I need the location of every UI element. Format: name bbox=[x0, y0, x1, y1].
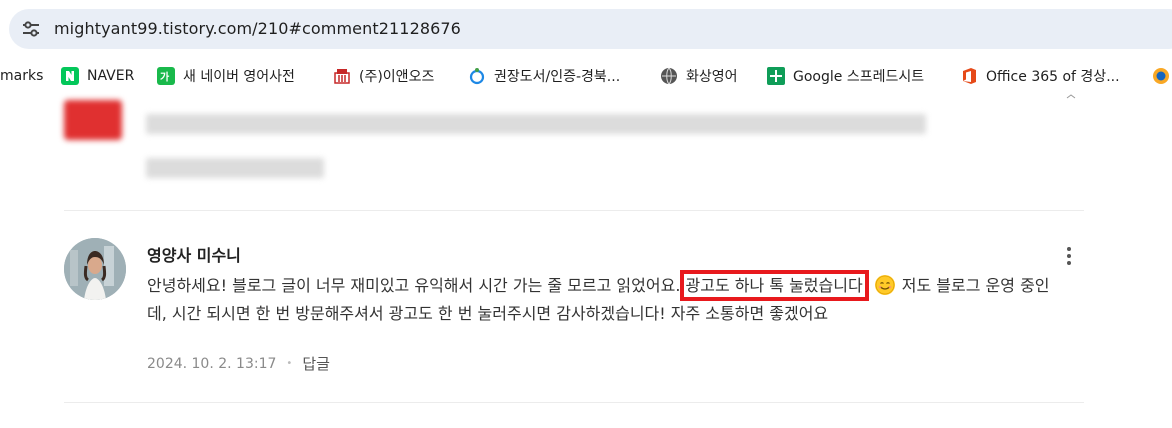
comment-body: 안녕하세요! 블로그 글이 너무 재미있고 유익해서 시간 가는 줄 모르고 읽… bbox=[147, 270, 1067, 328]
bookmark-label: 화상영어 bbox=[686, 69, 738, 85]
meta-separator: • bbox=[286, 358, 293, 369]
comment-date: 2024. 10. 2. 13:17 bbox=[147, 355, 277, 372]
bookmark-naver-dictionary[interactable]: 가 새 네이버 영어사전 bbox=[157, 65, 295, 87]
highlighted-text: 광고도 하나 톡 눌렀습니다 bbox=[679, 270, 869, 301]
comment-text-before: 안녕하세요! 블로그 글이 너무 재미있고 유익해서 시간 가는 줄 모르고 읽… bbox=[147, 276, 681, 295]
naver-dictionary-icon: 가 bbox=[157, 67, 175, 85]
bookmark-label: Office 365 of 경상... bbox=[986, 69, 1120, 85]
svg-text:가: 가 bbox=[160, 71, 170, 84]
reply-button[interactable]: 답글 bbox=[302, 353, 330, 374]
browser-toolbar: mightyant99.tistory.com/210#comment21128… bbox=[0, 0, 1172, 60]
naver-icon bbox=[61, 67, 79, 85]
avatar[interactable] bbox=[64, 238, 126, 300]
bookmark-partial[interactable] bbox=[1152, 65, 1172, 87]
site-settings-icon[interactable] bbox=[22, 21, 40, 37]
comment-author[interactable]: 영양사 미수니 bbox=[147, 242, 241, 266]
blurred-comment-text bbox=[146, 114, 926, 134]
bookmark-label: Google 스프레드시트 bbox=[793, 69, 925, 85]
bookmark-eanoz[interactable]: (주)이앤오즈 bbox=[333, 65, 434, 87]
office-icon bbox=[960, 67, 978, 85]
eanoz-icon bbox=[333, 67, 351, 85]
smiling-face-icon bbox=[874, 275, 895, 295]
bookmark-google-sheets[interactable]: Google 스프레드시트 bbox=[767, 65, 924, 87]
bookmark-label: marks bbox=[0, 68, 44, 84]
bookmark-book-cert[interactable]: 권장도서/인증-경북... bbox=[468, 65, 620, 87]
comment-section: 영양사 미수니 안녕하세요! 블로그 글이 너무 재미있고 유익해서 시간 가는… bbox=[0, 92, 1172, 428]
comment-meta: 2024. 10. 2. 13:17 • 답글 bbox=[147, 353, 330, 374]
partial-bookmark-icon bbox=[1152, 67, 1170, 85]
comment-divider bbox=[64, 402, 1084, 403]
scroll-caret-icon bbox=[1066, 94, 1076, 99]
bookmark-label: (주)이앤오즈 bbox=[359, 69, 435, 85]
address-bar[interactable]: mightyant99.tistory.com/210#comment21128… bbox=[9, 9, 1172, 49]
more-options-icon[interactable] bbox=[1062, 246, 1076, 266]
bookmark-video-english[interactable]: 화상영어 bbox=[660, 65, 738, 87]
bookmark-naver[interactable]: NAVER bbox=[61, 65, 134, 87]
bookmarks-bar: marks NAVER 가 새 네이버 영어사전 (주)이앤오즈 권장도서/인증… bbox=[0, 60, 1172, 92]
bookmark-label: 권장도서/인증-경북... bbox=[494, 69, 621, 85]
bookmark-label: 새 네이버 영어사전 bbox=[183, 69, 295, 85]
google-sheets-icon bbox=[767, 67, 785, 85]
bookmark-all[interactable]: marks bbox=[0, 65, 43, 87]
blurred-avatar bbox=[64, 100, 122, 140]
video-english-icon bbox=[660, 67, 678, 85]
comment-divider bbox=[64, 210, 1084, 211]
bookmark-office[interactable]: Office 365 of 경상... bbox=[960, 65, 1120, 87]
url-text[interactable]: mightyant99.tistory.com/210#comment21128… bbox=[54, 19, 461, 38]
book-cert-icon bbox=[468, 67, 486, 85]
blurred-comment-date bbox=[146, 158, 324, 178]
bookmark-label: NAVER bbox=[87, 68, 135, 84]
